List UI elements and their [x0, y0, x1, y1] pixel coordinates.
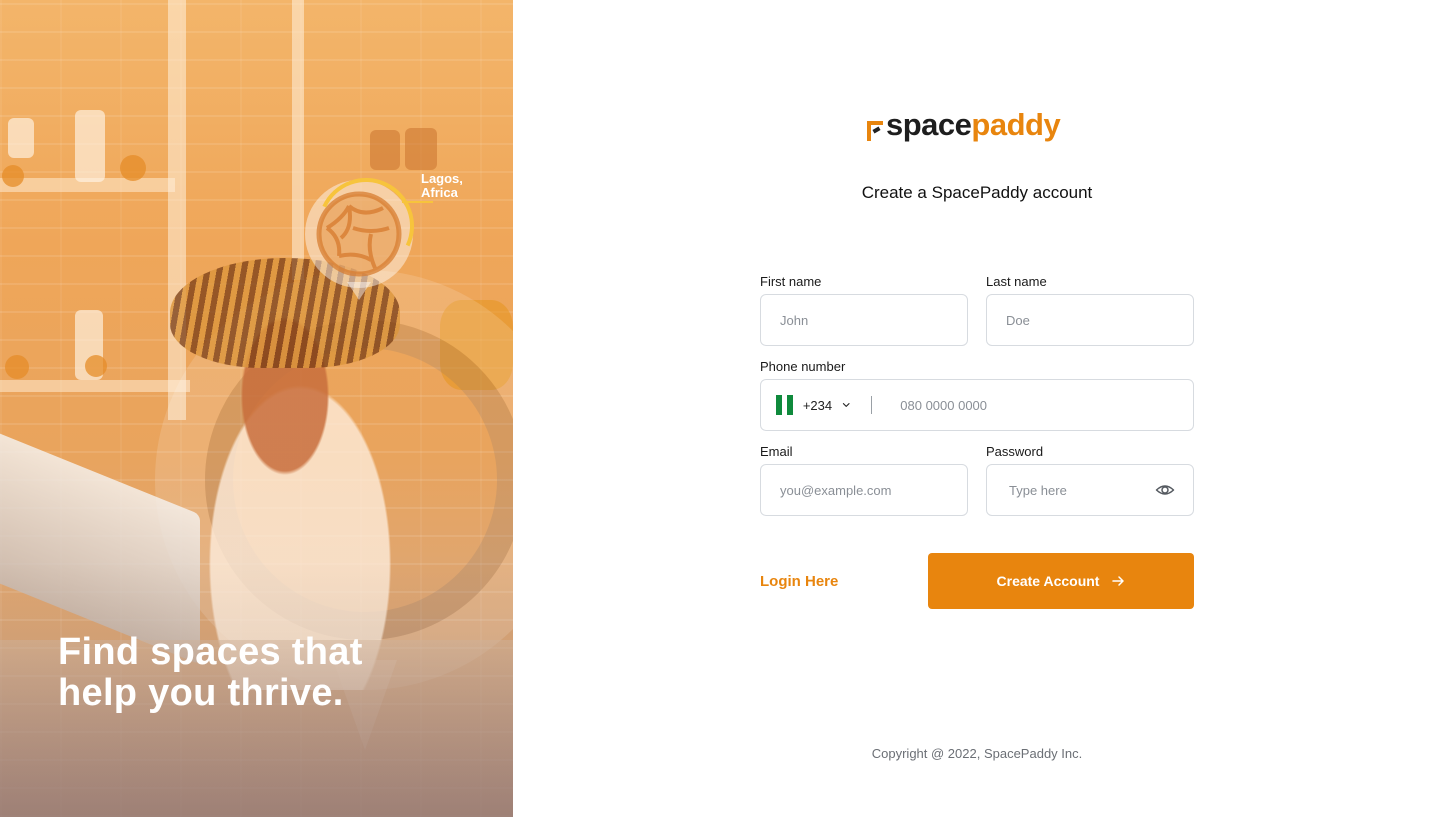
email-input[interactable]	[780, 482, 948, 498]
email-label: Email	[760, 444, 793, 459]
hero-shelf-post	[292, 0, 304, 280]
location-label: Lagos, Africa	[421, 172, 463, 200]
hero-mug	[370, 130, 400, 170]
hero-headline-line-2: help you thrive.	[58, 672, 344, 714]
hero-orange	[85, 355, 107, 377]
eye-icon[interactable]	[1155, 480, 1175, 500]
first-name-field[interactable]	[760, 294, 968, 346]
last-name-input[interactable]	[1006, 312, 1174, 328]
phone-field[interactable]: +234	[760, 379, 1194, 431]
form-title: Create a SpacePaddy account	[861, 183, 1093, 202]
hero-panel: Lagos, Africa Find spaces that help you …	[0, 0, 513, 817]
phone-input[interactable]	[900, 397, 1193, 413]
hero-headline: Find spaces that help you thrive.	[58, 632, 478, 714]
nigeria-flag-icon	[776, 395, 793, 415]
create-account-label: Create Account	[996, 573, 1100, 589]
password-field[interactable]	[986, 464, 1194, 516]
first-name-label: First name	[760, 274, 822, 289]
hero-vase	[8, 118, 34, 158]
password-label: Password	[986, 444, 1044, 459]
password-input[interactable]	[1009, 482, 1147, 498]
brand-logo: space paddy	[867, 107, 1061, 143]
last-name-label: Last name	[986, 274, 1047, 289]
first-name-input[interactable]	[780, 312, 948, 328]
location-underline	[402, 201, 433, 203]
phone-label: Phone number	[760, 359, 846, 374]
hero-vase	[75, 110, 105, 182]
hero-headline-line-1: Find spaces that	[58, 631, 363, 673]
email-field[interactable]	[760, 464, 968, 516]
hero-orange	[120, 155, 146, 181]
last-name-field[interactable]	[986, 294, 1194, 346]
copyright-text: Copyright @ 2022, SpacePaddy Inc.	[871, 746, 1083, 761]
create-account-button[interactable]: Create Account	[928, 553, 1194, 609]
location-city: Lagos,	[421, 171, 463, 186]
phone-divider	[870, 396, 872, 414]
logo-mark-icon	[867, 121, 883, 143]
hero-orange	[2, 165, 24, 187]
login-link[interactable]: Login Here	[760, 573, 838, 590]
logo-text-paddy: paddy	[971, 107, 1061, 142]
hero-orange	[5, 355, 29, 379]
arrow-right-icon	[1112, 576, 1125, 586]
hero-mug	[405, 128, 437, 170]
country-code[interactable]: +234	[803, 398, 832, 413]
chevron-down-icon[interactable]	[842, 399, 850, 411]
logo-text-space: space	[886, 107, 972, 142]
location-region: Africa	[421, 185, 458, 200]
